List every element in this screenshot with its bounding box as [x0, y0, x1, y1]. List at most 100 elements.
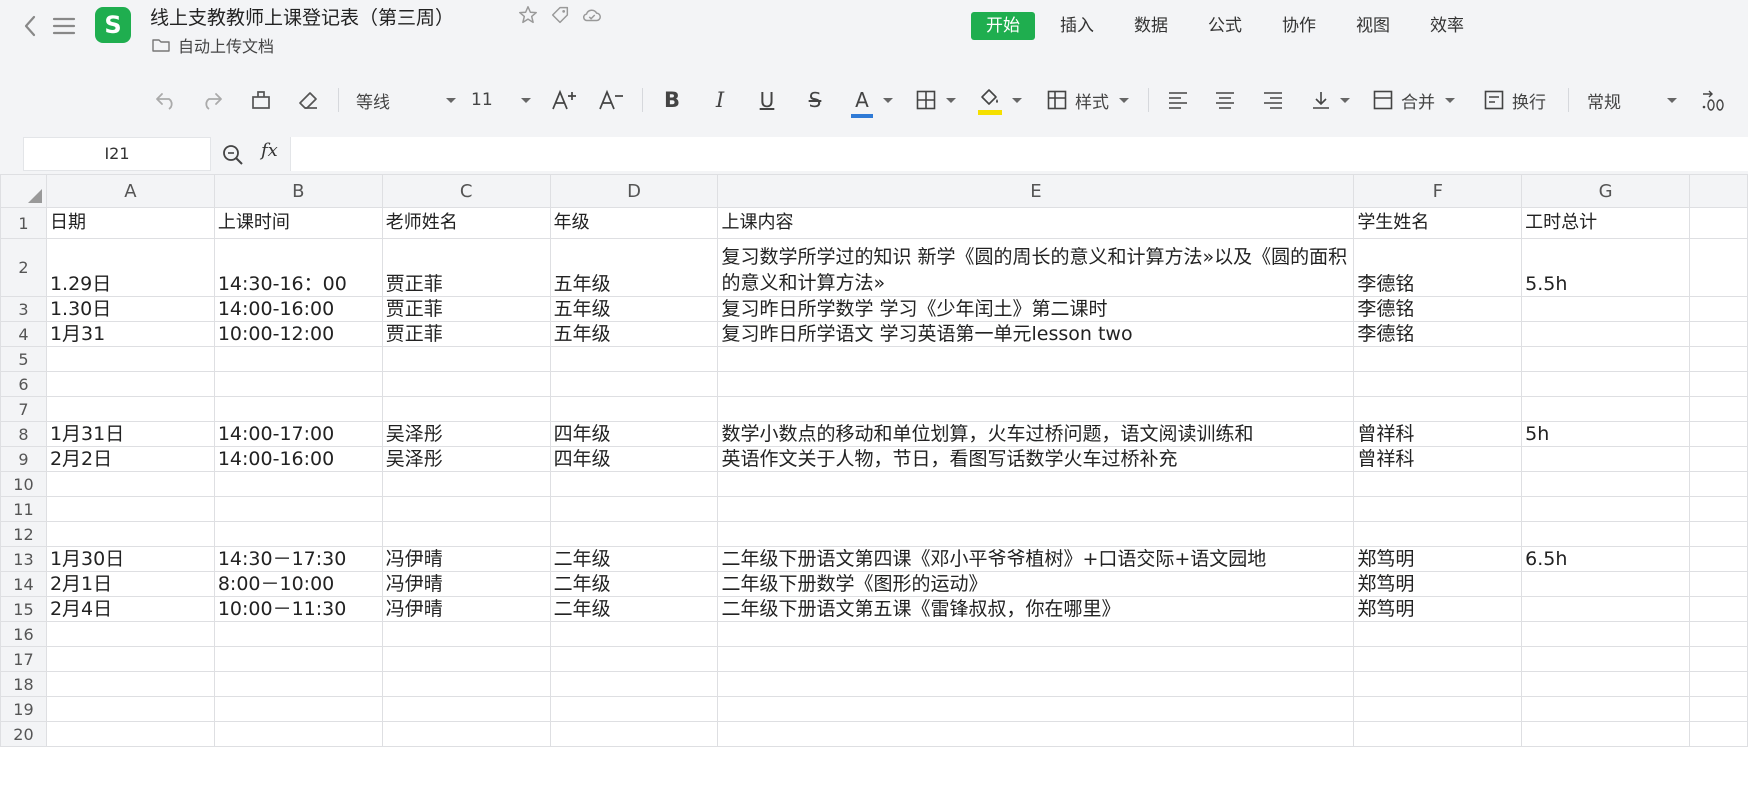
- name-box[interactable]: I21: [23, 137, 211, 171]
- cell[interactable]: [1689, 696, 1748, 722]
- cell[interactable]: [1353, 621, 1523, 647]
- cell[interactable]: 李德铭: [1353, 296, 1523, 322]
- cell[interactable]: [45, 346, 215, 372]
- column-header-a[interactable]: A: [45, 174, 215, 208]
- cell-styles-button[interactable]: 样式: [1043, 66, 1133, 134]
- tab-collaborate[interactable]: 协作: [1267, 12, 1331, 40]
- tab-formula[interactable]: 公式: [1193, 12, 1257, 40]
- cell[interactable]: [1521, 346, 1691, 372]
- row-header[interactable]: 18: [0, 671, 47, 697]
- cell[interactable]: [1689, 621, 1748, 647]
- cell[interactable]: [1689, 496, 1748, 522]
- cell[interactable]: 上课时间: [213, 207, 383, 239]
- cell[interactable]: 复习昨日所学语文 学习英语第一单元lesson two: [717, 321, 1355, 347]
- cell[interactable]: [1689, 721, 1748, 747]
- cell[interactable]: [381, 646, 551, 672]
- cell[interactable]: 14:00-16:00: [213, 446, 383, 472]
- cell[interactable]: [213, 646, 383, 672]
- cell[interactable]: [1353, 521, 1523, 547]
- cell[interactable]: 冯伊晴: [381, 546, 551, 572]
- cell[interactable]: 复习昨日所学数学 学习《少年闰土》第二课时: [717, 296, 1355, 322]
- cell[interactable]: [549, 671, 719, 697]
- cell[interactable]: [717, 371, 1355, 397]
- cell[interactable]: [1689, 471, 1748, 497]
- cell[interactable]: [381, 371, 551, 397]
- cell[interactable]: [1353, 696, 1523, 722]
- cell[interactable]: 5.5h: [1521, 238, 1691, 297]
- cell[interactable]: [549, 621, 719, 647]
- cell[interactable]: [213, 471, 383, 497]
- cell[interactable]: [1521, 721, 1691, 747]
- cell[interactable]: 1月31: [45, 321, 215, 347]
- cell[interactable]: [1353, 346, 1523, 372]
- cell[interactable]: [549, 496, 719, 522]
- column-header-h[interactable]: [1689, 174, 1748, 208]
- cell[interactable]: 14:30-16：00: [213, 238, 383, 297]
- cell[interactable]: [1689, 521, 1748, 547]
- cell[interactable]: [1521, 596, 1691, 622]
- document-title[interactable]: 线上支教教师上课登记表（第三周）: [150, 3, 454, 30]
- cell[interactable]: 贾正菲: [381, 321, 551, 347]
- cell[interactable]: [1353, 721, 1523, 747]
- clear-format-button[interactable]: [294, 66, 322, 134]
- cell[interactable]: [717, 696, 1355, 722]
- row-header[interactable]: 20: [0, 721, 47, 747]
- cell[interactable]: [45, 696, 215, 722]
- cell[interactable]: [381, 396, 551, 422]
- cell[interactable]: [549, 471, 719, 497]
- cell[interactable]: 2月1日: [45, 571, 215, 597]
- cell[interactable]: [45, 621, 215, 647]
- cell[interactable]: [1689, 371, 1748, 397]
- cell[interactable]: [1521, 321, 1691, 347]
- cloud-sync-icon[interactable]: [581, 4, 603, 26]
- cell[interactable]: 英语作文关于人物，节日，看图写话数学火车过桥补充: [717, 446, 1355, 472]
- undo-button[interactable]: [152, 66, 180, 134]
- cell[interactable]: [1521, 496, 1691, 522]
- cell[interactable]: 李德铭: [1353, 238, 1523, 297]
- cell[interactable]: [1521, 671, 1691, 697]
- cell[interactable]: [1689, 546, 1748, 572]
- cell[interactable]: [381, 671, 551, 697]
- cell[interactable]: 5h: [1521, 421, 1691, 447]
- cell[interactable]: 1月30日: [45, 546, 215, 572]
- hamburger-menu-icon[interactable]: [52, 14, 76, 38]
- cell[interactable]: [1521, 446, 1691, 472]
- cell[interactable]: 吴泽彤: [381, 446, 551, 472]
- font-size-select[interactable]: 11: [471, 66, 531, 134]
- tab-insert[interactable]: 插入: [1045, 12, 1109, 40]
- cell[interactable]: [1521, 521, 1691, 547]
- cell[interactable]: 14:00-16:00: [213, 296, 383, 322]
- underline-button[interactable]: U: [755, 66, 779, 134]
- cell[interactable]: 年级: [549, 207, 719, 239]
- cell[interactable]: [213, 346, 383, 372]
- tab-start[interactable]: 开始: [971, 12, 1035, 40]
- cell[interactable]: [1353, 471, 1523, 497]
- cell[interactable]: 日期: [45, 207, 215, 239]
- cell[interactable]: [717, 521, 1355, 547]
- redo-button[interactable]: [198, 66, 226, 134]
- cell[interactable]: [717, 721, 1355, 747]
- cell[interactable]: 复习数学所学过的知识 新学《圆的周长的意义和计算方法»以及《圆的面积的意义和计算…: [717, 238, 1355, 297]
- align-center-button[interactable]: [1213, 66, 1237, 134]
- cell[interactable]: [213, 671, 383, 697]
- fill-color-button[interactable]: [977, 66, 1023, 134]
- row-header[interactable]: 13: [0, 546, 47, 572]
- cell[interactable]: [381, 471, 551, 497]
- cell[interactable]: [549, 371, 719, 397]
- cell[interactable]: [45, 721, 215, 747]
- cell[interactable]: [549, 396, 719, 422]
- cell[interactable]: [1689, 238, 1748, 297]
- align-left-button[interactable]: [1166, 66, 1190, 134]
- align-right-button[interactable]: [1261, 66, 1285, 134]
- cell[interactable]: 二年级下册语文第四课《邓小平爷爷植树》+口语交际+语文园地: [717, 546, 1355, 572]
- cell[interactable]: [213, 496, 383, 522]
- cell[interactable]: [549, 521, 719, 547]
- increase-decimal-button[interactable]: [1700, 66, 1728, 134]
- cell[interactable]: [549, 696, 719, 722]
- borders-button[interactable]: [914, 66, 958, 134]
- cell[interactable]: 10:00-12:00: [213, 321, 383, 347]
- cell[interactable]: 10:00－11:30: [213, 596, 383, 622]
- font-name-select[interactable]: 等线: [356, 66, 456, 134]
- number-format-select[interactable]: 常规: [1587, 66, 1677, 134]
- back-icon[interactable]: [18, 12, 42, 40]
